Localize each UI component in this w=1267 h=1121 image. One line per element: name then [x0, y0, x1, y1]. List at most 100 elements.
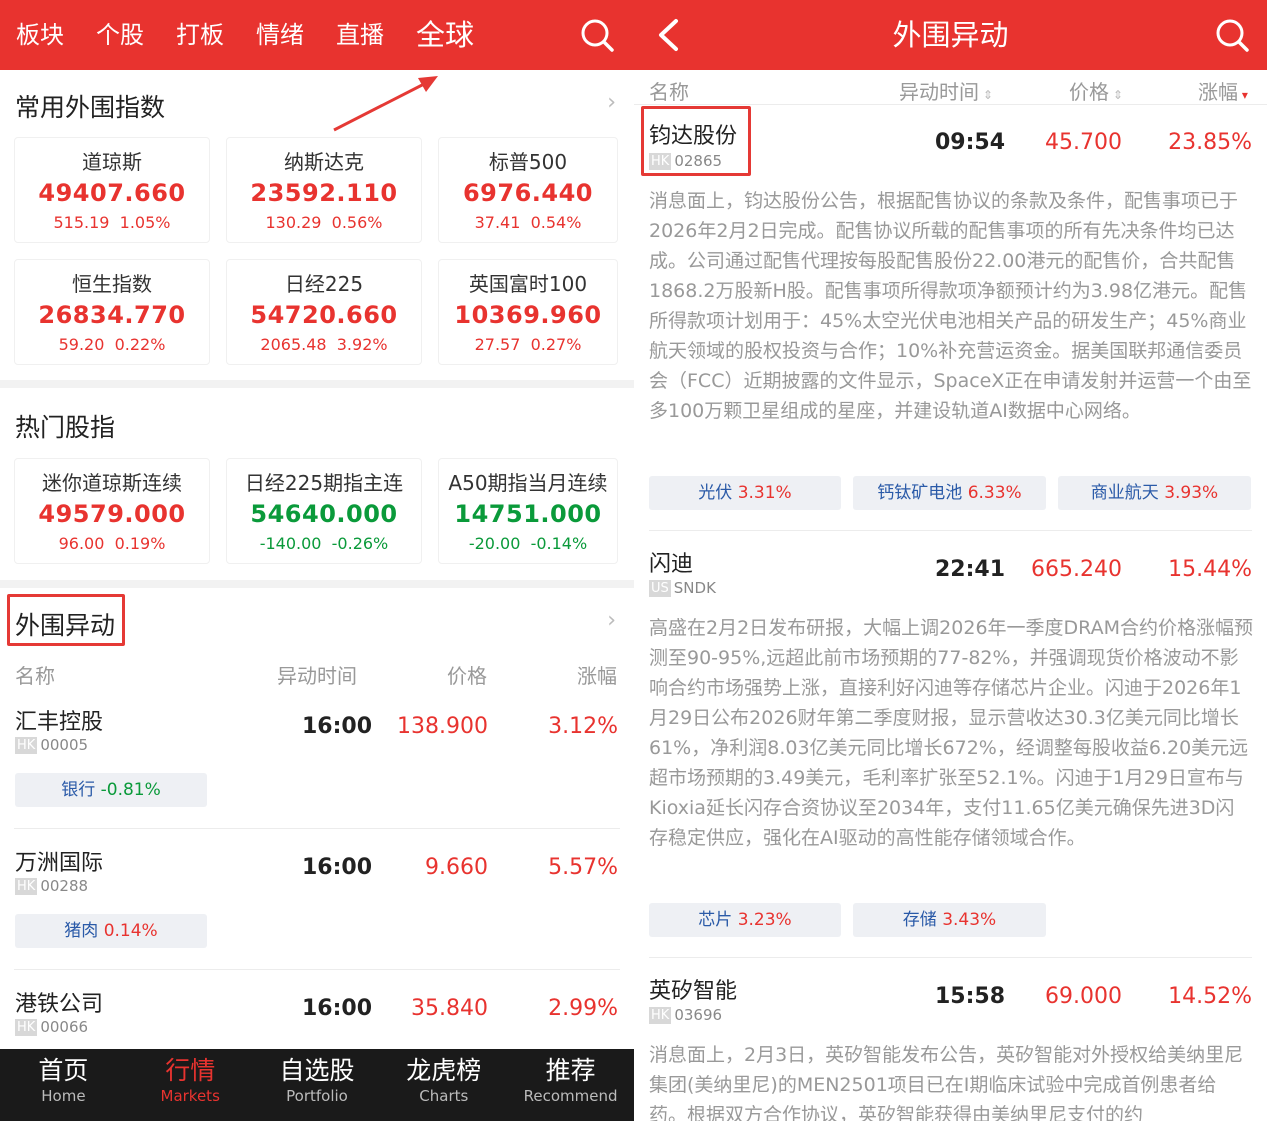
- row-divider: [649, 530, 1252, 531]
- index-price: 10369.960: [454, 301, 602, 329]
- col-header-time[interactable]: 异动时间: [277, 660, 357, 689]
- tab-stock[interactable]: 个股: [96, 0, 144, 70]
- stock-code-value: 02865: [674, 152, 723, 170]
- col-header-time[interactable]: 异动时间 ⇕: [899, 76, 993, 105]
- move-time: 22:41: [935, 557, 1006, 582]
- news-text: 消息面上，钧达股份公告，根据配售协议的条款及条件，配售事项已于2026年2月2日…: [649, 190, 1252, 422]
- arrow-annotation-icon: [333, 76, 438, 132]
- concept-tag-name: 钙钛矿电池: [877, 483, 963, 503]
- index-name: 标普500: [488, 150, 568, 174]
- stock-code-value: SNDK: [673, 579, 716, 597]
- chevron-right-icon[interactable]: ›: [607, 90, 616, 115]
- move-time: 16:00: [302, 714, 373, 739]
- stock-code-value: 00005: [40, 736, 89, 754]
- nav-charts[interactable]: 龙虎榜 Charts: [380, 1049, 507, 1121]
- stock-price: 45.700: [1045, 130, 1122, 155]
- index-pct: -0.26%: [331, 534, 389, 553]
- col-header-pct-label: 涨幅: [1198, 80, 1238, 104]
- stock-code: HK 00288: [15, 877, 88, 895]
- col-header-pct[interactable]: 涨幅 ▾: [1198, 76, 1248, 105]
- nav-label: 行情: [165, 1056, 216, 1085]
- sector-tag[interactable]: 银行 -0.81%: [15, 773, 207, 807]
- index-pct: 0.22%: [114, 335, 166, 354]
- header-divider: [634, 104, 1267, 105]
- search-icon[interactable]: [578, 16, 616, 54]
- nav-portfolio[interactable]: 自选股 Portfolio: [254, 1049, 381, 1121]
- stock-pct: 14.52%: [1168, 984, 1252, 1009]
- concept-tag-value: 3.23%: [737, 910, 792, 930]
- news-text: 消息面上，2月3日，英矽智能发布公告，英矽智能对外授权给美纳里尼集团(美纳里尼)…: [649, 1044, 1244, 1121]
- stock-name[interactable]: 汇丰控股: [15, 704, 103, 736]
- nav-sublabel: Recommend: [523, 1087, 618, 1105]
- tab-global[interactable]: 全球: [416, 0, 474, 70]
- concept-tag[interactable]: 芯片 3.23%: [649, 903, 841, 937]
- hot-card-nikkei-future[interactable]: 日经225期指主连 54640.000 -140.00 -0.26%: [226, 458, 422, 564]
- tab-sector[interactable]: 板块: [16, 0, 64, 70]
- move-time: 16:00: [302, 855, 373, 880]
- concept-tag-value: 3.43%: [942, 910, 997, 930]
- col-header-pct[interactable]: 涨幅: [577, 660, 617, 689]
- index-name: 日经225: [284, 272, 364, 296]
- index-name: 迷你道琼斯连续: [42, 471, 182, 495]
- stock-pct: 23.85%: [1168, 130, 1252, 155]
- nav-home[interactable]: 首页 Home: [0, 1049, 127, 1121]
- col-header-name: 名称: [649, 80, 689, 104]
- stock-pct: 2.99%: [548, 996, 618, 1021]
- tab-sentiment[interactable]: 情绪: [256, 0, 304, 70]
- stock-name[interactable]: 港铁公司: [15, 986, 103, 1018]
- index-price: 6976.440: [462, 179, 593, 207]
- stock-code: HK 02865: [649, 152, 722, 170]
- index-pct: 0.54%: [530, 213, 582, 232]
- nav-sublabel: Portfolio: [286, 1087, 348, 1105]
- overseas-move-title[interactable]: 外围异动: [15, 606, 115, 642]
- index-change: -20.00: [468, 534, 521, 553]
- search-icon[interactable]: [1213, 16, 1251, 54]
- tab-limit-up[interactable]: 打板: [176, 0, 224, 70]
- hot-index-grid: 迷你道琼斯连续 49579.000 96.00 0.19% 日经225期指主连 546…: [14, 458, 618, 564]
- nav-recommend[interactable]: 推荐 Recommend: [507, 1049, 634, 1121]
- top-tabs: 板块 个股 打板 情绪 直播 全球: [0, 0, 506, 70]
- stock-code-value: 03696: [674, 1006, 723, 1024]
- row-divider: [649, 957, 1252, 958]
- stock-name[interactable]: 万洲国际: [15, 845, 103, 877]
- concept-tag[interactable]: 光伏 3.31%: [649, 476, 841, 510]
- stock-name[interactable]: 闪迪: [649, 546, 693, 578]
- index-name: 纳斯达克: [284, 150, 364, 174]
- index-price: 54720.660: [250, 301, 398, 329]
- hot-card-mini-dow[interactable]: 迷你道琼斯连续 49579.000 96.00 0.19%: [14, 458, 210, 564]
- index-card-dow[interactable]: 道琼斯 49407.660 515.19 1.05%: [14, 137, 210, 243]
- page-title: 外围异动: [892, 18, 1009, 52]
- common-index-title: 常用外围指数: [15, 93, 166, 122]
- move-time: 09:54: [935, 130, 1006, 155]
- stock-name[interactable]: 钧达股份: [649, 118, 737, 150]
- concept-tag[interactable]: 商业航天 3.93%: [1058, 476, 1251, 510]
- nav-label: 推荐: [545, 1056, 596, 1085]
- chevron-right-icon[interactable]: ›: [607, 608, 616, 633]
- sector-tag[interactable]: 猪肉 0.14%: [15, 914, 207, 948]
- stock-price: 138.900: [397, 714, 488, 739]
- divider: [0, 380, 634, 388]
- stock-name[interactable]: 英矽智能: [649, 973, 737, 1005]
- concept-tag-value: 3.31%: [737, 483, 792, 503]
- concept-tag-name: 光伏: [698, 483, 733, 503]
- col-header-price-label: 价格: [1069, 80, 1109, 104]
- index-card-nikkei[interactable]: 日经225 54720.660 2065.48 3.92%: [226, 259, 422, 365]
- concept-tag-name: 存储: [902, 910, 937, 930]
- index-card-ftse[interactable]: 英国富时100 10369.960 27.57 0.27%: [438, 259, 618, 365]
- market-badge: HK: [649, 152, 672, 170]
- stock-code: HK 03696: [649, 1006, 722, 1024]
- nav-markets[interactable]: 行情 Markets: [127, 1049, 254, 1121]
- hot-card-a50-future[interactable]: A50期指当月连续 14751.000 -20.00 -0.14%: [438, 458, 618, 564]
- tab-live[interactable]: 直播: [336, 0, 384, 70]
- col-header-price[interactable]: 价格 ⇕: [1069, 76, 1123, 105]
- index-card-hsi[interactable]: 恒生指数 26834.770 59.20 0.22%: [14, 259, 210, 365]
- concept-tag[interactable]: 存储 3.43%: [853, 903, 1046, 937]
- index-pct: 0.27%: [530, 335, 582, 354]
- stock-price: 69.000: [1045, 984, 1122, 1009]
- col-header-price[interactable]: 价格: [447, 660, 487, 689]
- stock-price: 35.840: [411, 996, 488, 1021]
- sector-tag-value: -0.81%: [100, 780, 161, 800]
- concept-tag[interactable]: 钙钛矿电池 6.33%: [853, 476, 1046, 510]
- index-card-nasdaq[interactable]: 纳斯达克 23592.110 130.29 0.56%: [226, 137, 422, 243]
- index-card-sp500[interactable]: 标普500 6976.440 37.41 0.54%: [438, 137, 618, 243]
